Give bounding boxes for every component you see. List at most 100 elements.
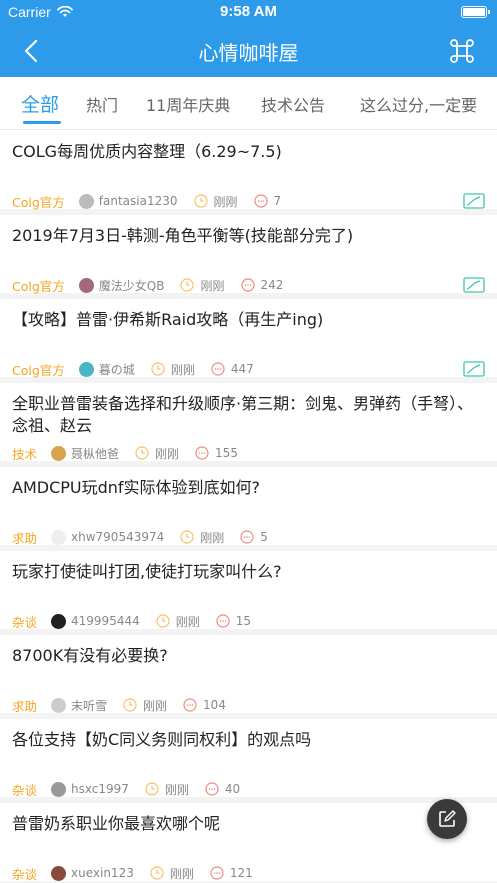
page-title: 心情咖啡屋 <box>198 41 299 65</box>
post-tag[interactable]: Colg官方 <box>12 192 65 211</box>
post-time: 刚刚 <box>164 782 189 797</box>
comment-bubble-icon <box>195 446 209 460</box>
post-tag[interactable]: Colg官方 <box>12 276 65 295</box>
post-title: 各位支持【奶C同义务则同权利】的观点吗 <box>12 730 312 749</box>
post-meta: 技术 聂枞他爸 刚刚 155 <box>12 444 238 462</box>
compose-icon <box>439 810 456 827</box>
post-tag[interactable]: 技术 <box>12 444 37 463</box>
comment-bubble-icon <box>183 698 197 712</box>
post-time: 刚刚 <box>170 362 195 377</box>
clock-icon <box>180 278 195 292</box>
image-icon <box>463 277 485 293</box>
post-author[interactable]: xuexin123 <box>71 866 134 880</box>
battery-icon <box>461 6 490 18</box>
avatar[interactable] <box>51 865 67 881</box>
clock-icon <box>193 194 208 208</box>
post-title: 8700K有没有必要换? <box>12 646 168 665</box>
post-item[interactable]: 8700K有没有必要换? 求助 末听雪 刚刚 104 <box>0 635 497 719</box>
post-item[interactable]: COLG每周优质内容整理（6.29~7.5) Colg官方 fantasia1230… <box>0 131 497 215</box>
compose-button[interactable] <box>427 799 467 839</box>
avatar[interactable] <box>78 193 94 209</box>
comment-count: 40 <box>224 782 241 796</box>
post-author[interactable]: 魔法少女QB <box>99 277 165 294</box>
post-title: AMDCPU玩dnf实际体验到底如何? <box>12 478 261 497</box>
comment-bubble-icon <box>253 194 268 208</box>
post-title: 2019年7月3日-韩测-角色平衡等(技能部分完了) <box>12 226 354 245</box>
post-meta: Colg官方 暮の城 刚刚 447 <box>12 360 254 378</box>
post-author[interactable]: 聂枞他爸 <box>71 445 119 462</box>
post-meta: 杂谈 xuexin123 刚刚 121 <box>12 864 253 882</box>
post-item[interactable]: 各位支持【奶C同义务则同权利】的观点吗 杂谈 hsxc1997 刚刚 40 <box>0 719 497 803</box>
back-button[interactable] <box>14 34 48 68</box>
post-tag[interactable]: Colg官方 <box>12 360 65 379</box>
comment-count: 447 <box>230 362 254 376</box>
post-time: 刚刚 <box>200 278 225 293</box>
avatar[interactable] <box>51 529 67 545</box>
post-author[interactable]: hsxc1997 <box>71 782 129 796</box>
post-time: 刚刚 <box>200 530 225 545</box>
post-item[interactable]: 玩家打使徒叫打团,使徒打玩家叫什么? 杂谈 419995444 刚刚 15 <box>0 551 497 635</box>
post-item[interactable]: 全职业普雷装备选择和升级顺序·第三期：剑鬼、男弹药（手弩）、念祖、赵云技术 聂枞他… <box>0 383 497 467</box>
image-icon <box>463 361 485 377</box>
post-author[interactable]: 419995444 <box>71 614 140 628</box>
post-item[interactable]: 【攻略】普雷·伊希斯Raid攻略（再生产ing) Colg官方 暮の城 刚刚 447 <box>0 299 497 383</box>
app-header: Carrier 9:58 AM 心情咖啡屋 <box>0 0 497 77</box>
avatar[interactable] <box>51 697 67 713</box>
post-item[interactable]: 普雷奶系职业你最喜欢哪个呢 杂谈 xuexin123 刚刚 121 <box>0 803 497 883</box>
avatar[interactable] <box>51 445 67 461</box>
post-title: 全职业普雷装备选择和升级顺序·第三期：剑鬼、男弹药（手弩）、念祖、赵云 <box>12 394 474 435</box>
comment-count: 15 <box>235 614 252 628</box>
comment-bubble-icon <box>216 614 230 628</box>
post-title: COLG每周优质内容整理（6.29~7.5) <box>12 142 282 161</box>
chevron-left-icon <box>24 39 38 63</box>
clock-icon <box>151 362 165 376</box>
tab-too-much[interactable]: 这么过分,一定要 <box>360 92 477 116</box>
tab-all[interactable]: 全部 <box>21 90 59 117</box>
avatar[interactable] <box>78 361 94 377</box>
comment-bubble-icon <box>240 278 255 292</box>
post-author[interactable]: fantasia1230 <box>99 194 178 208</box>
post-time: 刚刚 <box>143 698 168 713</box>
clock-icon <box>135 446 149 460</box>
post-author[interactable]: 暮の城 <box>99 361 135 378</box>
post-title: 玩家打使徒叫打团,使徒打玩家叫什么? <box>12 562 282 581</box>
post-item[interactable]: AMDCPU玩dnf实际体验到底如何? 求助 xhw790543974 刚刚 5 <box>0 467 497 551</box>
avatar[interactable] <box>51 781 67 797</box>
clock-icon <box>123 698 137 712</box>
comment-bubble-icon <box>210 866 224 880</box>
tab-tech-notice[interactable]: 技术公告 <box>261 92 325 116</box>
post-meta: 杂谈 419995444 刚刚 15 <box>12 612 251 630</box>
comment-count: 121 <box>229 866 253 880</box>
post-tag[interactable]: 求助 <box>12 528 37 547</box>
clock-icon <box>180 530 194 544</box>
clock-icon <box>150 866 164 880</box>
post-tag[interactable]: 杂谈 <box>12 780 37 799</box>
post-time: 刚刚 <box>155 446 180 461</box>
comment-count: 7 <box>273 194 282 208</box>
post-tag[interactable]: 杂谈 <box>12 612 37 631</box>
avatar[interactable] <box>78 277 94 293</box>
command-button[interactable] <box>445 34 479 68</box>
post-author[interactable]: 末听雪 <box>71 697 107 714</box>
post-item[interactable]: 2019年7月3日-韩测-角色平衡等(技能部分完了) Colg官方 魔法少女QB 刚刚… <box>0 215 497 299</box>
comment-count: 104 <box>203 698 226 712</box>
post-meta: Colg官方 魔法少女QB 刚刚 242 <box>12 276 283 294</box>
post-tag[interactable]: 求助 <box>12 696 37 715</box>
comment-count: 242 <box>260 278 284 292</box>
post-title: 普雷奶系职业你最喜欢哪个呢 <box>12 814 221 833</box>
post-time: 刚刚 <box>175 614 200 629</box>
post-author[interactable]: xhw790543974 <box>71 530 164 544</box>
image-icon <box>463 193 485 209</box>
post-meta: 求助 xhw790543974 刚刚 5 <box>12 528 268 546</box>
tab-anniversary[interactable]: 11周年庆典 <box>146 92 230 116</box>
command-icon <box>450 39 474 63</box>
avatar[interactable] <box>51 613 67 629</box>
tab-hot[interactable]: 热门 <box>86 92 118 116</box>
post-meta: 求助 末听雪 刚刚 104 <box>12 696 226 714</box>
post-time: 刚刚 <box>213 194 238 209</box>
post-tag[interactable]: 杂谈 <box>12 864 37 883</box>
post-meta: 杂谈 hsxc1997 刚刚 40 <box>12 780 240 798</box>
clock-icon <box>156 614 170 628</box>
comment-count: 155 <box>215 446 238 460</box>
active-tab-indicator <box>23 121 61 124</box>
